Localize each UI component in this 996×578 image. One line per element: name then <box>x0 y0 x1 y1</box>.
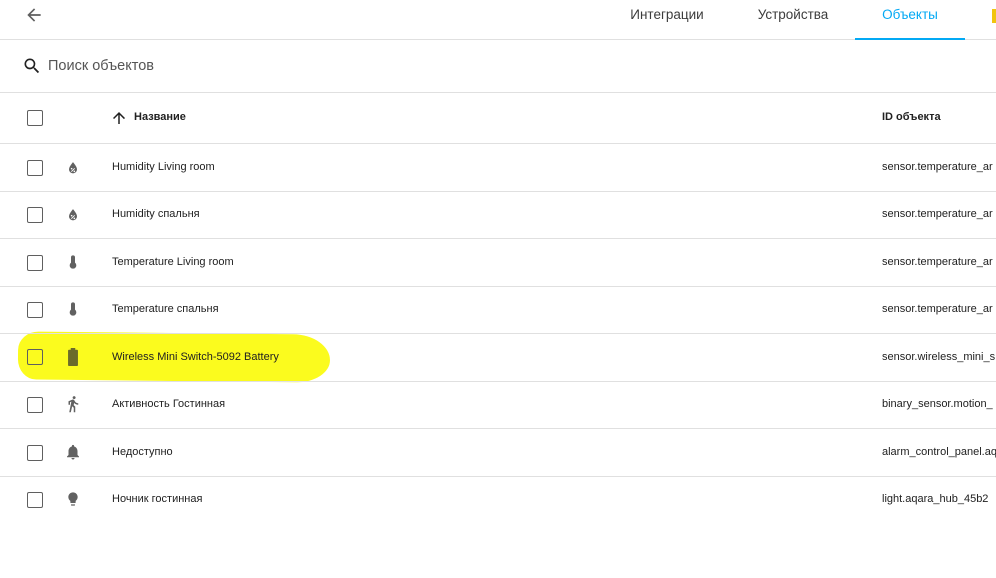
entity-name: Активность Гостинная <box>112 398 226 410</box>
battery-icon <box>64 348 82 366</box>
entity-id: sensor.temperature_ar <box>882 161 993 173</box>
table-header: Название ID объекта <box>0 93 996 144</box>
row-checkbox[interactable] <box>27 397 43 413</box>
entity-name: Humidity спальня <box>112 208 200 220</box>
entity-id: sensor.temperature_ar <box>882 208 993 220</box>
row-checkbox[interactable] <box>27 445 43 461</box>
table-row[interactable]: Wireless Mini Switch-5092 Battery sensor… <box>0 334 996 382</box>
table-row[interactable]: Недоступно alarm_control_panel.aq <box>0 429 996 477</box>
entity-name: Temperature спальня <box>112 303 219 315</box>
row-checkbox[interactable] <box>27 160 43 176</box>
tab-integrations[interactable]: Интеграции <box>620 0 714 39</box>
bell-icon <box>64 443 82 461</box>
tab-overflow-marker <box>992 9 996 23</box>
water-percent-icon <box>64 206 82 224</box>
table-row[interactable]: Temperature спальня sensor.temperature_a… <box>0 287 996 334</box>
entity-name: Недоступно <box>112 446 173 458</box>
entity-name: Humidity Living room <box>112 161 215 173</box>
row-checkbox[interactable] <box>27 255 43 271</box>
row-checkbox[interactable] <box>27 302 43 318</box>
thermometer-icon <box>64 253 82 271</box>
search-bar <box>0 40 996 93</box>
top-app-bar: Интеграции Устройства Объекты <box>0 0 996 40</box>
table-row[interactable]: Humidity спальня sensor.temperature_ar <box>0 192 996 239</box>
search-input[interactable] <box>48 54 648 78</box>
entities-page: Интеграции Устройства Объекты Название I… <box>0 0 996 578</box>
back-button[interactable] <box>22 3 46 27</box>
entity-name: Temperature Living room <box>112 256 234 268</box>
table-row[interactable]: Ночник гостинная light.aqara_hub_45b2 <box>0 477 996 523</box>
entity-id: binary_sensor.motion_ <box>882 398 993 410</box>
entity-id: light.aqara_hub_45b2 <box>882 493 989 505</box>
column-header-name[interactable]: Название <box>134 111 186 123</box>
water-percent-icon <box>64 159 82 177</box>
row-checkbox[interactable] <box>27 207 43 223</box>
search-icon <box>22 56 42 76</box>
entity-id: sensor.temperature_ar <box>882 303 993 315</box>
thermometer-icon <box>64 300 82 318</box>
select-all-checkbox[interactable] <box>27 110 43 126</box>
run-icon <box>64 395 82 413</box>
table-row[interactable]: Humidity Living room sensor.temperature_… <box>0 144 996 192</box>
entity-id: alarm_control_panel.aq <box>882 446 996 458</box>
tab-devices[interactable]: Устройства <box>746 0 840 39</box>
entity-id: sensor.wireless_mini_s <box>882 351 996 363</box>
arrow-left-icon <box>27 8 41 22</box>
table-row[interactable]: Temperature Living room sensor.temperatu… <box>0 239 996 287</box>
lightbulb-icon <box>64 490 82 508</box>
row-checkbox[interactable] <box>27 349 43 365</box>
row-checkbox[interactable] <box>27 492 43 508</box>
tab-entities[interactable]: Объекты <box>863 0 957 39</box>
entity-name: Ночник гостинная <box>112 493 203 505</box>
arrow-up-icon[interactable] <box>110 109 128 127</box>
entity-name: Wireless Mini Switch-5092 Battery <box>112 351 279 363</box>
table-row[interactable]: Активность Гостинная binary_sensor.motio… <box>0 382 996 429</box>
entity-id: sensor.temperature_ar <box>882 256 993 268</box>
column-header-entity-id[interactable]: ID объекта <box>882 111 996 123</box>
